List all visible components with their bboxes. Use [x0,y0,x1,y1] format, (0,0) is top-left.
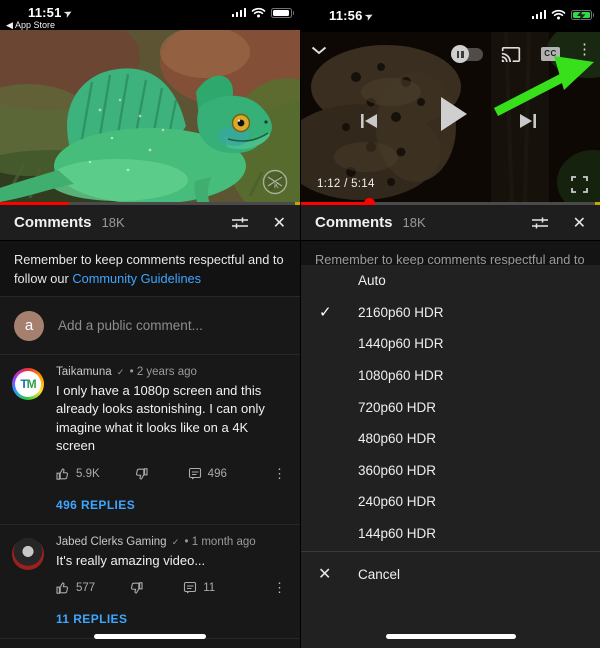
quality-option-1080p[interactable]: 1080p60 HDR [301,360,600,392]
clock: 11:51➤ [28,5,72,20]
cellular-signal-icon [532,10,547,20]
commenter-avatar[interactable] [12,538,44,570]
view-replies-link[interactable]: 496 REPLIES [0,492,300,525]
thumbs-down-icon[interactable] [129,581,143,595]
comment-time: 1 month ago [192,536,256,548]
thumbs-up-icon[interactable] [56,467,70,481]
progress-end-marker [595,202,600,205]
comments-count: 18K [102,215,125,230]
like-count: 5.9K [76,468,100,480]
comment-time: 2 years ago [137,366,197,378]
comment-options-icon[interactable]: ⋮ [273,466,286,482]
commenter-avatar[interactable]: TM [12,368,44,400]
reply-comment-icon[interactable] [183,581,197,595]
close-comments-icon[interactable]: ✕ [273,213,286,233]
home-indicator[interactable] [94,634,206,639]
quality-option-480p[interactable]: 480p60 HDR [301,423,600,455]
sort-filter-icon[interactable] [531,216,549,230]
quality-selection-menu: Auto ✓2160p60 HDR 1440p60 HDR 1080p60 HD… [301,265,600,648]
cancel-button[interactable]: ✕ Cancel [301,552,600,596]
progress-played [0,202,69,205]
wifi-icon [251,7,266,18]
dual-screenshot: 11:51➤ ◀ App Store [0,0,600,648]
reply-count: 496 [208,468,227,480]
quality-option-2160p-selected[interactable]: ✓2160p60 HDR [301,297,600,329]
clock: 11:56➤ [329,8,373,23]
time-display: 1:12 / 5:14 [317,178,375,190]
home-indicator[interactable] [386,634,516,639]
right-status-bar: 11:56➤ [301,0,600,32]
progress-played [301,202,370,205]
comments-header: Comments 18K ✕ [301,205,600,241]
comment-item: Sanjay Vinod • 2 weeks ago (edited) Fact… [0,639,300,648]
dot-separator: • [185,536,189,548]
quality-option-360p[interactable]: 360p60 HDR [301,455,600,487]
selected-check-icon: ✓ [319,303,332,321]
lizard-video-frame [0,30,300,205]
video-player-snake[interactable]: CC ⋮ 1:12 / 5:14 [301,32,600,205]
channel-watermark-icon[interactable]: K [262,169,288,195]
minimize-player-icon[interactable] [311,46,327,55]
location-arrow-icon: ➤ [363,10,375,23]
autoplay-toggle[interactable] [453,48,483,61]
annotation-arrow [488,54,598,116]
close-comments-icon[interactable]: ✕ [573,213,586,233]
fullscreen-icon[interactable] [571,176,588,193]
reply-comment-icon[interactable] [188,467,202,481]
add-comment-placeholder[interactable]: Add a public comment... [58,318,203,333]
thumbs-down-icon[interactable] [134,467,148,481]
cancel-x-icon: ✕ [318,564,331,584]
comment-text: I only have a 1080p screen and this alre… [56,382,286,456]
video-progress-bar[interactable] [301,202,600,205]
user-avatar[interactable]: a [14,311,44,341]
video-player-lizard[interactable]: K [0,30,300,205]
community-guidelines-notice: Remember to keep comments respectful and… [0,241,300,296]
battery-charging-icon [571,10,592,20]
comment-text: It's really amazing video... [56,552,286,570]
svg-text:K: K [274,183,279,190]
back-chevron-icon: ◀ [6,20,13,30]
comment-options-icon[interactable]: ⋮ [273,580,286,596]
quality-option-1440p[interactable]: 1440p60 HDR [301,328,600,360]
sort-filter-icon[interactable] [231,216,249,230]
autoplay-pause-icon [451,45,469,63]
comment-author[interactable]: Taikamuna [56,366,112,378]
back-to-app-store-link[interactable]: ◀ App Store [6,20,55,31]
comment-item: TM Taikamuna ✓ • 2 years ago I only have… [0,355,300,492]
wifi-icon [551,9,566,20]
video-progress-bar[interactable] [0,202,300,205]
progress-end-marker [295,202,300,205]
quality-option-240p[interactable]: 240p60 HDR [301,486,600,518]
verified-badge-icon: ✓ [117,367,125,377]
dot-separator: • [130,366,134,378]
comments-count: 18K [403,215,426,230]
comments-title: Comments [315,214,393,231]
quality-option-720p[interactable]: 720p60 HDR [301,391,600,423]
comment-author[interactable]: Jabed Clerks Gaming [56,536,167,548]
location-arrow-icon: ➤ [62,7,74,20]
thumbs-up-icon[interactable] [56,581,70,595]
play-icon[interactable] [439,96,469,132]
right-screenshot-quality-menu: 11:56➤ [300,0,600,648]
quality-option-144p[interactable]: 144p60 HDR [301,518,600,550]
comments-header: Comments 18K ✕ [0,205,300,241]
comment-item: Jabed Clerks Gaming ✓ • 1 month ago It's… [0,525,300,606]
left-screenshot-comments-view: 11:51➤ ◀ App Store [0,0,300,648]
left-status-bar: 11:51➤ ◀ App Store [0,0,300,30]
community-guidelines-link[interactable]: Community Guidelines [72,271,201,286]
comment-meta: Jabed Clerks Gaming ✓ • 1 month ago [56,536,286,548]
quality-option-auto[interactable]: Auto [301,265,600,297]
previous-video-icon[interactable] [359,110,379,132]
comment-actions: 5.9K 496 ⋮ [56,466,286,482]
cellular-signal-icon [232,8,247,18]
verified-badge-icon: ✓ [172,537,180,547]
comment-actions: 577 11 ⋮ [56,580,286,596]
battery-icon [271,8,292,18]
add-comment-row[interactable]: a Add a public comment... [0,296,300,355]
comments-title: Comments [14,214,92,231]
reply-count: 11 [203,582,215,594]
comment-meta: Taikamuna ✓ • 2 years ago [56,366,286,378]
like-count: 577 [76,582,95,594]
